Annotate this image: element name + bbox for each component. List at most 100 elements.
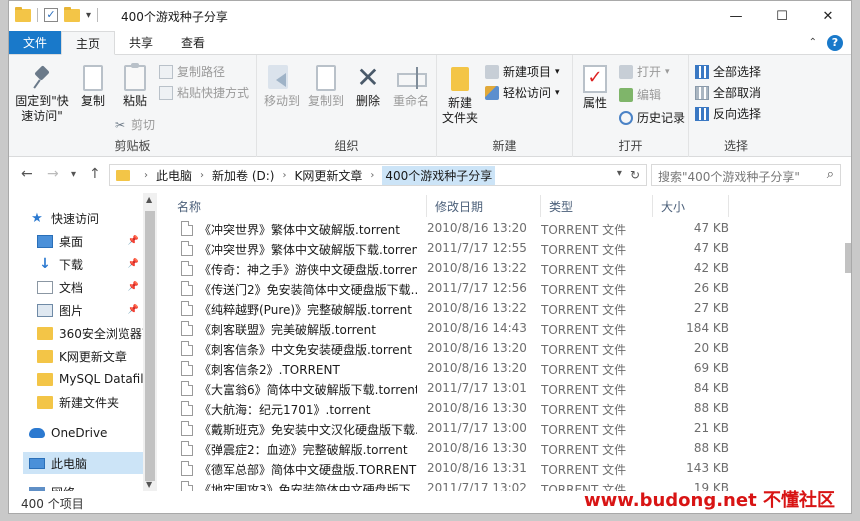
- open-button[interactable]: 打开 ▾: [619, 63, 670, 80]
- new-folder-icon[interactable]: [64, 6, 80, 22]
- tab-share[interactable]: 共享: [115, 31, 167, 54]
- new-folder-button[interactable]: 新建 文件夹: [439, 65, 481, 126]
- desktop-icon: [37, 234, 53, 248]
- properties-button[interactable]: ✓ 属性: [577, 65, 613, 111]
- copy-to-button[interactable]: 复制到: [305, 65, 347, 109]
- select-none-button[interactable]: 全部取消: [695, 84, 761, 101]
- copy-path-button[interactable]: 复制路径: [159, 63, 225, 80]
- file-size: 47 KB: [693, 221, 729, 235]
- nav-scrollbar[interactable]: ▲ ▼: [143, 193, 157, 491]
- address-controls: ▾ ↻: [617, 168, 646, 182]
- recent-locations-icon[interactable]: ▾: [71, 169, 76, 180]
- move-to-button[interactable]: 移动到: [261, 65, 303, 109]
- nav-documents[interactable]: 文档 📌: [37, 276, 143, 298]
- file-icon: [181, 241, 193, 256]
- refresh-icon[interactable]: ↻: [630, 168, 640, 182]
- tab-home[interactable]: 主页: [61, 31, 116, 55]
- nav-folder-mysql[interactable]: MySQL Datafile: [37, 368, 143, 390]
- new-item-button[interactable]: 新建项目 ▾: [485, 63, 560, 80]
- customize-dropdown-icon[interactable]: ▾: [86, 10, 91, 21]
- clipboard-group-label: 剪贴板: [114, 139, 151, 153]
- file-list-scrollbar-thumb[interactable]: [845, 243, 851, 273]
- scroll-up-icon[interactable]: ▲: [146, 195, 152, 204]
- breadcrumb-drive-d[interactable]: 新加卷 (D:): [212, 167, 274, 184]
- pin-quick-access-button[interactable]: 固定到"快 速访问": [13, 65, 71, 124]
- table-row[interactable]: 《大富翁6》简体中文破解版下载.torrent 2011/7/17 13:01 TO…: [169, 379, 729, 399]
- table-row[interactable]: 《德军总部》简体中文硬盘版.TORRENT 2010/8/16 13:31 TORR…: [169, 459, 729, 479]
- search-box[interactable]: 搜索"400个游戏种子分享" ⌕: [651, 164, 841, 186]
- breadcrumb-this-pc[interactable]: 此电脑: [156, 167, 192, 184]
- cut-label: 剪切: [131, 118, 156, 132]
- address-history-dropdown-icon[interactable]: ▾: [617, 168, 622, 182]
- breadcrumb-current-folder[interactable]: 400个游戏种子分享: [382, 165, 496, 185]
- select-all-button[interactable]: 全部选择: [695, 63, 761, 80]
- chevron-right-icon[interactable]: ›: [370, 170, 374, 181]
- file-list-scrollbar[interactable]: [845, 193, 851, 491]
- table-row[interactable]: 《刺客信条》中文免安装硬盘版.torrent 2010/8/16 13:20 TOR…: [169, 339, 729, 359]
- scroll-down-icon[interactable]: ▼: [146, 480, 152, 489]
- up-arrow-icon[interactable]: ↑: [89, 166, 101, 182]
- maximize-button[interactable]: ☐: [759, 1, 805, 31]
- address-bar[interactable]: › 此电脑 › 新加卷 (D:) › K网更新文章 › 400个游戏种子分享 ▾…: [109, 164, 647, 186]
- new-folder-label: 新建 文件夹: [441, 96, 478, 125]
- delete-button[interactable]: ✕ 删除: [349, 64, 387, 109]
- edit-button[interactable]: 编辑: [619, 86, 661, 103]
- nav-this-pc[interactable]: 此电脑: [23, 452, 143, 474]
- chevron-right-icon[interactable]: ›: [144, 170, 148, 181]
- help-icon[interactable]: ?: [827, 34, 843, 51]
- nav-onedrive[interactable]: OneDrive: [29, 422, 143, 444]
- table-row[interactable]: 《传奇：神之手》游侠中文硬盘版.torrent 2010/8/16 13:22 TO…: [169, 259, 729, 279]
- cut-button[interactable]: ✂ 剪切: [113, 116, 155, 133]
- properties-check-icon[interactable]: ✓: [44, 8, 58, 22]
- nav-downloads[interactable]: ↓ 下载 📌: [37, 253, 143, 275]
- nav-desktop[interactable]: 桌面 📌: [37, 230, 143, 252]
- minimize-button[interactable]: —: [713, 1, 759, 31]
- history-button[interactable]: 历史记录: [619, 109, 685, 126]
- table-row[interactable]: 《弹震症2：血迹》完整破解版.torrent 2010/8/16 13:30 TOR…: [169, 439, 729, 459]
- back-arrow-icon[interactable]: ←: [21, 166, 33, 182]
- table-row[interactable]: 《纯粹越野(Pure)》完整破解版.torrent 2010/8/16 13:22…: [169, 299, 729, 319]
- column-name-header[interactable]: 名称: [169, 195, 427, 217]
- nav-network[interactable]: 网络: [29, 481, 143, 491]
- easy-access-button[interactable]: 轻松访问 ▾: [485, 84, 560, 101]
- table-row[interactable]: 《传送门2》免安装简体中文硬盘版下载.... 2011/7/17 12:56 TOR…: [169, 279, 729, 299]
- tab-file[interactable]: 文件: [9, 31, 62, 54]
- file-date: 2010/8/16 13:22: [427, 301, 527, 315]
- paste-shortcut-button[interactable]: 粘贴快捷方式: [159, 84, 249, 101]
- invert-selection-button[interactable]: 反向选择: [695, 105, 761, 122]
- table-row[interactable]: 《冲突世界》繁体中文破解版下载.torrent 2011/7/17 12:55 TO…: [169, 239, 729, 259]
- table-row[interactable]: 《冲突世界》繁体中文破解版.torrent 2010/8/16 13:20 TORR…: [169, 219, 729, 239]
- rename-button[interactable]: 重命名: [389, 65, 433, 109]
- file-name: 《纯粹越野(Pure)》完整破解版.torrent: [199, 303, 412, 317]
- paste-button[interactable]: 粘贴: [115, 63, 155, 109]
- breadcrumb-k-folder[interactable]: K网更新文章: [294, 167, 362, 184]
- nav-scrollbar-thumb[interactable]: [145, 211, 155, 481]
- file-icon: [181, 221, 193, 236]
- navigation-pane: ★ 快速访问 桌面 📌 ↓ 下载 📌 文档 📌 图片 📌 360安全浏览器下: [9, 193, 159, 491]
- file-icon: [181, 341, 193, 356]
- file-type: TORRENT 文件: [541, 303, 627, 317]
- nav-folder-new[interactable]: 新建文件夹: [37, 391, 143, 413]
- column-type-header[interactable]: 类型: [541, 195, 653, 217]
- chevron-right-icon[interactable]: ›: [200, 170, 204, 181]
- table-row[interactable]: 《戴斯班克》免安装中文汉化硬盘版下载... 2011/7/17 13:00 TORR…: [169, 419, 729, 439]
- table-row[interactable]: 《刺客信条2》.TORRENT 2010/8/16 13:20 TORRENT 文件…: [169, 359, 729, 379]
- column-date-header[interactable]: 修改日期: [427, 195, 541, 217]
- nav-quick-access[interactable]: ★ 快速访问: [29, 207, 159, 229]
- nav-folder-k-articles[interactable]: K网更新文章: [37, 345, 143, 367]
- forward-arrow-icon[interactable]: →: [47, 166, 59, 182]
- file-type: TORRENT 文件: [541, 463, 627, 477]
- chevron-right-icon[interactable]: ›: [282, 170, 286, 181]
- folder-icon: [37, 372, 53, 386]
- collapse-ribbon-icon[interactable]: ⌃: [809, 37, 817, 48]
- file-icon: [181, 361, 193, 376]
- table-row[interactable]: 《刺客联盟》完美破解版.torrent 2010/8/16 14:43 TORREN…: [169, 319, 729, 339]
- tab-view[interactable]: 查看: [167, 31, 219, 54]
- column-size-header[interactable]: 大小: [653, 195, 729, 217]
- search-icon[interactable]: ⌕: [827, 167, 834, 182]
- nav-folder-360-browser[interactable]: 360安全浏览器下: [37, 322, 143, 344]
- table-row[interactable]: 《大航海：纪元1701》.torrent 2010/8/16 13:30 TORRE…: [169, 399, 729, 419]
- nav-pictures[interactable]: 图片 📌: [37, 299, 143, 321]
- close-button[interactable]: ✕: [805, 1, 851, 31]
- copy-button[interactable]: 复制: [73, 65, 113, 109]
